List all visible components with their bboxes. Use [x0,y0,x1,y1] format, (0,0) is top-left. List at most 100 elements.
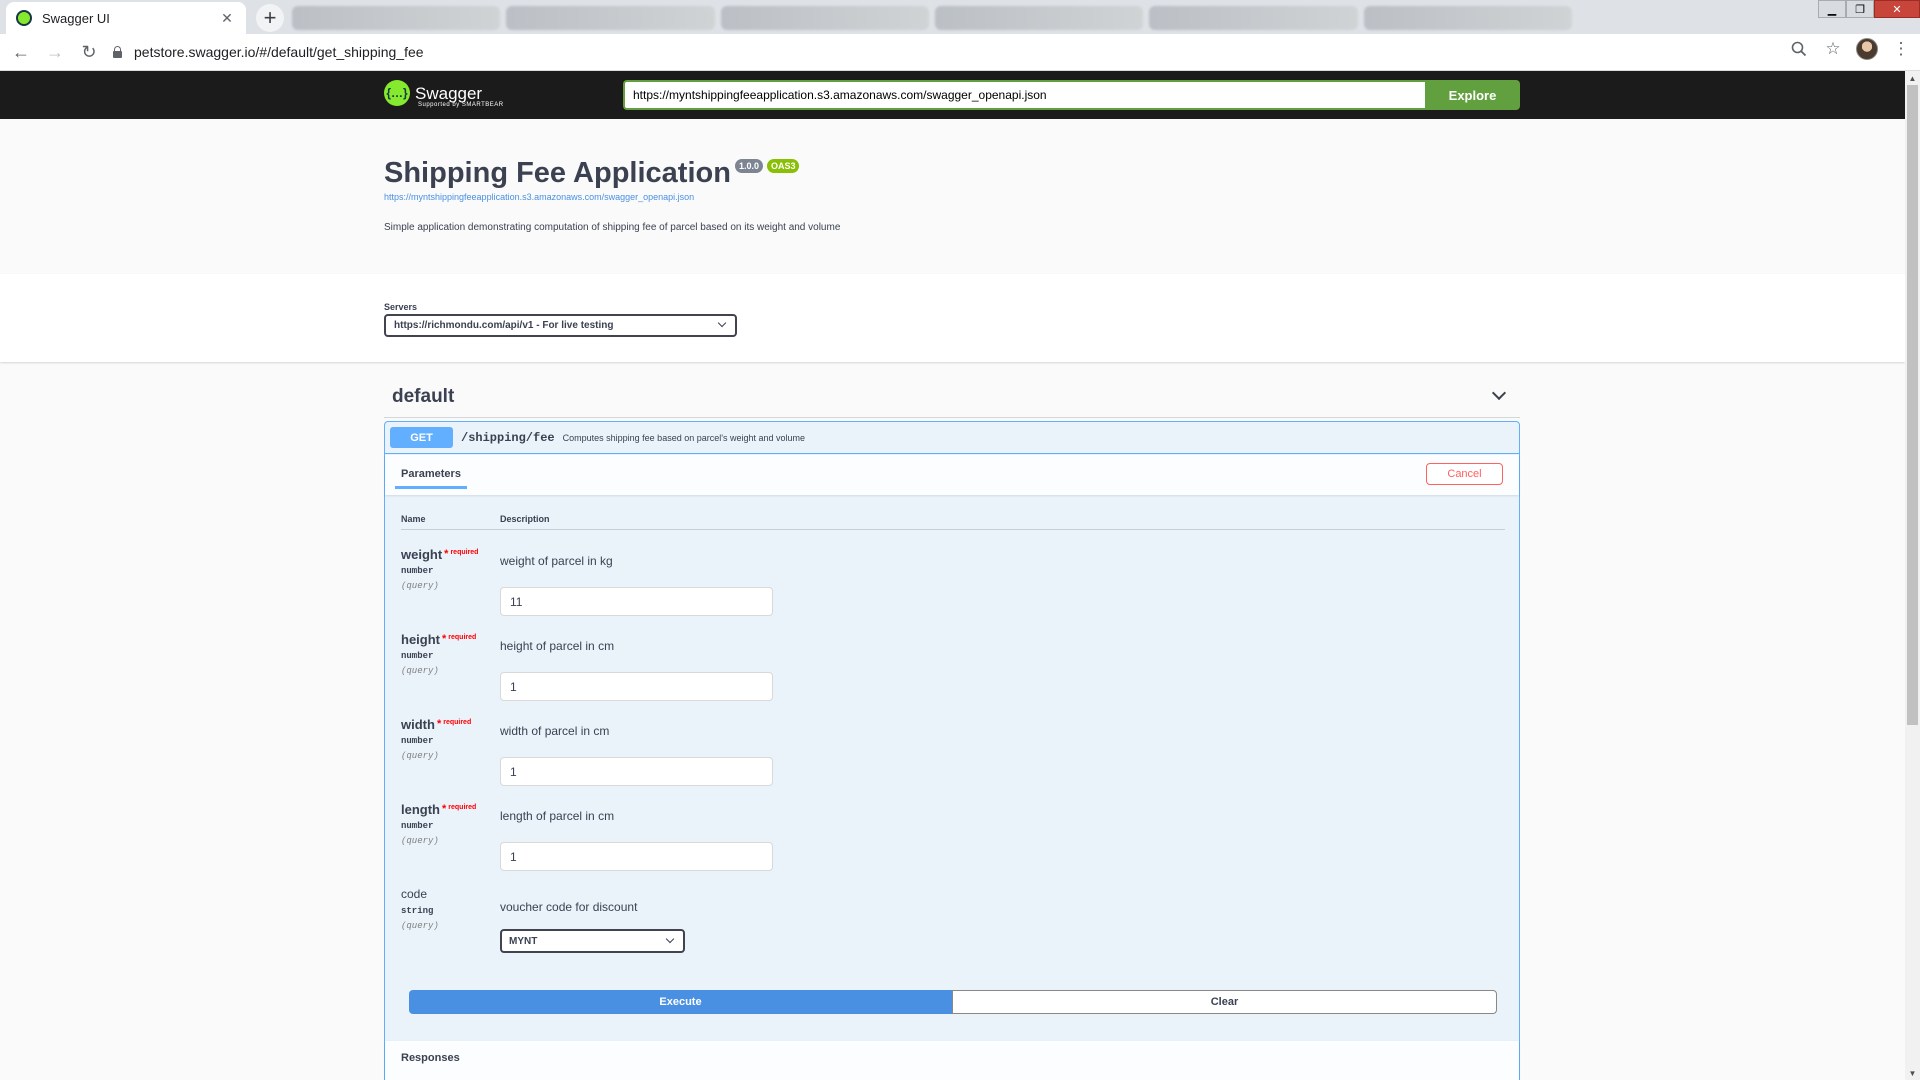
explore-button[interactable]: Explore [1425,80,1520,110]
required-star: * [444,548,449,560]
height-input[interactable] [500,672,773,701]
code-select[interactable]: MYNT [500,929,685,953]
swagger-logo[interactable]: {…} Swagger Supported by SMARTBEAR [384,80,503,108]
servers-label: Servers [384,302,418,312]
clear-button[interactable]: Clear [952,990,1497,1014]
servers-select-value: https://richmondu.com/api/v1 - For live … [394,320,614,331]
toolbar-actions: ☆ ⋮ [1788,38,1912,60]
background-tabs [292,6,1572,30]
swagger-favicon-icon [16,10,32,26]
param-description: length of parcel in cm [500,809,615,823]
close-icon[interactable]: ✕ [218,10,236,27]
param-location: (query) [401,836,439,846]
operation-summary[interactable]: GET /shipping/fee Computes shipping fee … [385,422,1519,454]
cancel-button[interactable]: Cancel [1426,463,1503,485]
background-tab[interactable] [292,6,501,30]
param-row-code: code string (query) voucher code for dis… [401,887,1505,972]
required-star: * [442,633,447,645]
width-input[interactable] [500,757,773,786]
window-controls: ▁ ❐ ✕ [1818,0,1920,18]
spec-link[interactable]: https://myntshippingfeeapplication.s3.am… [384,192,1520,202]
title-row: Shipping Fee Application 1.0.0 OAS3 [384,155,1520,191]
operation-get-shipping-fee: GET /shipping/fee Computes shipping fee … [384,421,1520,1080]
execute-clear-group: Execute Clear [409,990,1497,1016]
restore-icon[interactable]: ❐ [1846,0,1874,18]
background-tab[interactable] [506,6,715,30]
param-description: width of parcel in cm [500,724,610,738]
background-tab[interactable] [1149,6,1358,30]
code-select-value: MYNT [509,935,538,947]
swagger-topbar: {…} Swagger Supported by SMARTBEAR Explo… [0,71,1905,119]
minimize-icon[interactable]: ▁ [1818,0,1846,18]
param-location: (query) [401,666,439,676]
required-label: required [448,804,477,811]
param-name: length * required [401,802,476,817]
address-bar[interactable]: petstore.swagger.io/#/default/get_shippi… [108,37,1788,67]
param-type: string [401,906,434,916]
param-description: height of parcel in cm [500,639,615,653]
param-location: (query) [401,751,439,761]
tag-name: default [392,386,455,407]
lock-icon[interactable] [112,46,122,58]
browser-tab-title: Swagger UI [42,10,110,26]
browser-tabstrip: Swagger UI ✕ + ▁ ❐ ✕ [0,0,1920,34]
background-tab[interactable] [934,6,1144,30]
operation-description: Computes shipping fee based on parcel's … [562,432,805,443]
swagger-logo-icon: {…} [384,80,410,106]
param-name: width * required [401,717,471,732]
param-row-weight: weight * required number (query) weight of… [401,547,1505,632]
required-star: * [436,718,442,730]
chevron-down-icon [665,934,675,944]
zoom-icon[interactable] [1788,38,1810,60]
param-name-text: weight [401,547,443,562]
responses-title: Responses [401,1052,460,1064]
swagger-logo-subtitle: Supported by SMARTBEAR [418,102,504,108]
api-info: Shipping Fee Application 1.0.0 OAS3 http… [384,155,1520,233]
scroll-up-icon[interactable]: ▲ [1905,71,1920,85]
param-row-height: height * required number (query) height of… [401,632,1505,717]
forward-arrow-icon[interactable]: → [42,39,68,65]
param-description: weight of parcel in kg [500,554,613,568]
param-name: code [401,887,428,901]
param-type: number [401,566,434,576]
background-tab[interactable] [1363,6,1572,30]
param-type: number [401,821,434,831]
bookmark-star-icon[interactable]: ☆ [1822,38,1844,60]
param-type: number [401,651,434,661]
chevron-down-icon[interactable] [1491,385,1507,401]
background-tab[interactable] [720,6,929,30]
responses-header: Responses [385,1041,1519,1080]
oas-badge: OAS3 [766,159,800,173]
api-description: Simple application demonstrating computa… [384,222,841,233]
browser-tab-active[interactable]: Swagger UI ✕ [6,2,246,34]
length-input[interactable] [500,842,773,871]
tag-section-default[interactable]: default [384,378,1520,418]
execute-button[interactable]: Execute [409,990,952,1014]
tab-parameters[interactable]: Parameters [395,463,467,489]
profile-avatar[interactable] [1856,38,1878,60]
operation-path: /shipping/fee [461,430,555,445]
param-location: (query) [401,921,439,931]
required-label: required [443,719,472,726]
window-close-icon[interactable]: ✕ [1874,0,1920,18]
spec-url-input[interactable] [623,80,1425,110]
reload-icon[interactable]: ↻ [76,39,102,65]
param-name: height * required [401,632,476,647]
required-label: required [448,634,477,641]
address-bar-url[interactable]: petstore.swagger.io/#/default/get_shippi… [134,44,424,60]
weight-input[interactable] [500,587,773,616]
column-header-name: Name [401,514,426,524]
param-location: (query) [401,581,439,591]
param-row-width: width * required number (query) width of p… [401,717,1505,802]
param-type: number [401,736,434,746]
new-tab-button[interactable]: + [256,4,284,32]
param-name-text: length [401,802,440,817]
servers-select[interactable]: https://richmondu.com/api/v1 - For live … [384,314,737,337]
menu-kebab-icon[interactable]: ⋮ [1890,38,1912,60]
swagger-logo-text: Swagger [415,83,483,103]
scrollbar-thumb[interactable] [1907,85,1918,725]
scroll-down-icon[interactable]: ▼ [1905,1066,1920,1080]
page-scrollbar[interactable]: ▲ ▼ [1905,71,1920,1080]
back-arrow-icon[interactable]: ← [8,39,34,65]
version-badge: 1.0.0 [734,159,763,173]
